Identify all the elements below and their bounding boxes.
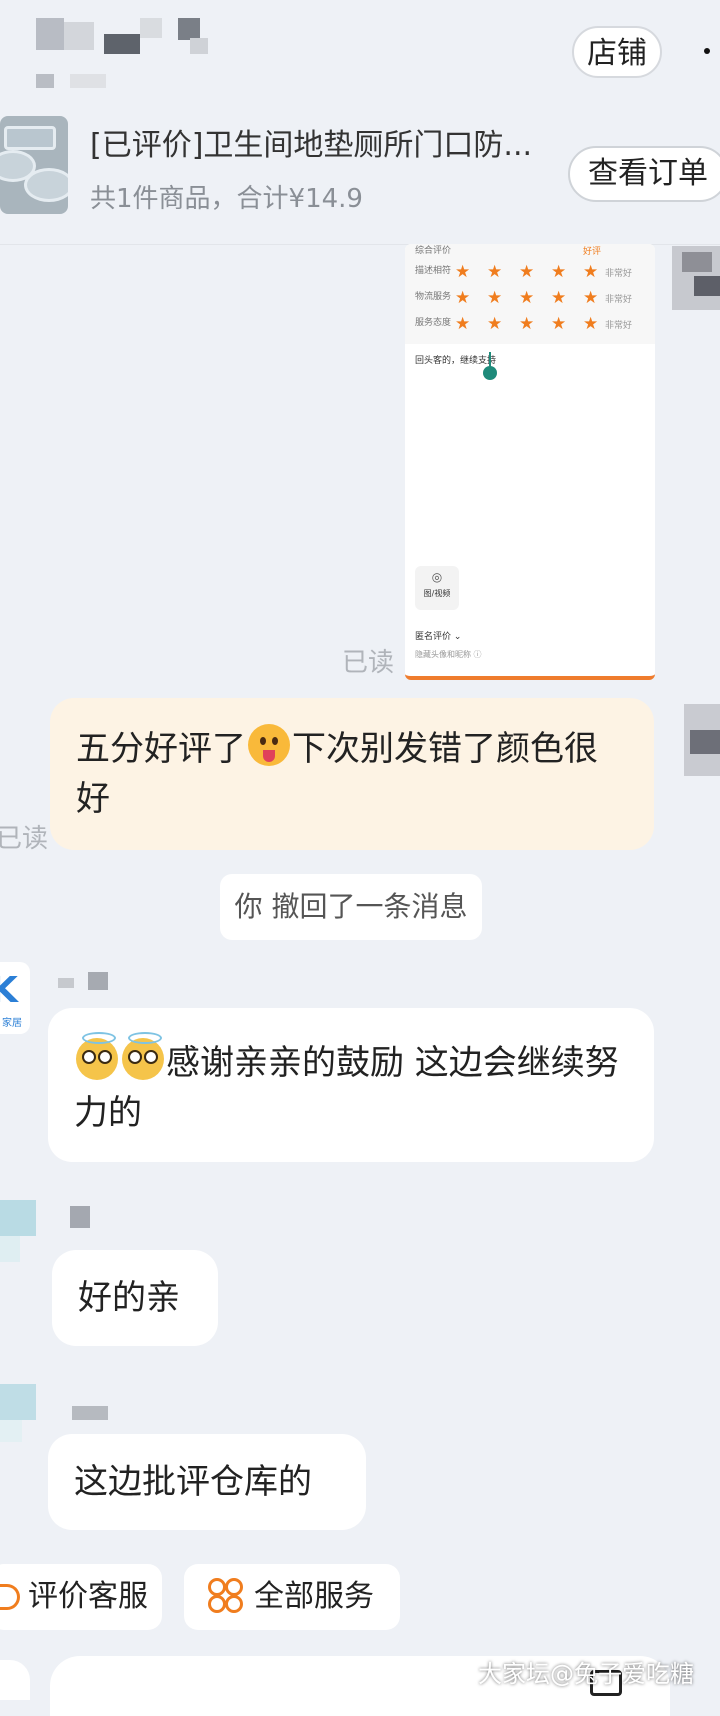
store-button[interactable]: 店铺 <box>572 26 662 78</box>
agent-message-bubble[interactable]: 这边批评仓库的 <box>48 1434 366 1530</box>
agent-avatar[interactable] <box>0 1384 36 1464</box>
shop-logo-text: K <box>0 970 18 1011</box>
more-icon[interactable] <box>704 48 710 54</box>
cursor-handle-icon <box>483 366 497 380</box>
agent-avatar[interactable] <box>0 1200 36 1280</box>
star-icon: ★ <box>519 262 535 282</box>
star-icon: ★ <box>583 288 599 308</box>
star-icon: ★ <box>487 314 503 334</box>
pleading-angel-emoji-icon <box>122 1032 164 1080</box>
rating-label: 物流服务 <box>415 292 452 302</box>
star-icon: ★ <box>583 262 599 282</box>
shop-logo-sub: 家居 <box>2 1018 22 1029</box>
star-icon: ★ <box>519 314 535 334</box>
shop-avatar[interactable]: K 家居 <box>0 962 30 1034</box>
star-icon: ★ <box>455 314 471 334</box>
order-title[interactable]: [已评价]卫生间地垫厕所门口防... <box>90 120 532 164</box>
rate-service-icon <box>0 1584 20 1610</box>
star-icon: ★ <box>551 262 567 282</box>
pleading-angel-emoji-icon <box>76 1032 118 1080</box>
review-screenshot-image[interactable]: 综合评价 好评 描述相符 ★ ★ ★ ★ ★ 非常好 物流服务 ★ ★ ★ ★ … <box>405 244 655 680</box>
rate-service-label: 评价客服 <box>28 1579 148 1614</box>
product-thumbnail[interactable] <box>0 116 68 214</box>
star-icon: ★ <box>551 288 567 308</box>
order-summary: 共1件商品，合计¥14.9 <box>90 184 363 214</box>
agent-message-bubble[interactable]: 好的亲 <box>52 1250 218 1346</box>
star-icon: ★ <box>455 288 471 308</box>
agent-message-bubble[interactable]: 感谢亲亲的鼓励 这边会继续努力的 <box>48 1008 654 1162</box>
rating-label: 服务态度 <box>415 318 452 328</box>
input-left-pill[interactable] <box>0 1660 30 1700</box>
message-text: 五分好评了 <box>76 729 246 769</box>
camera-icon: ◎ <box>431 570 443 584</box>
rating-tag: 非常好 <box>605 321 633 331</box>
star-icon: ★ <box>583 314 599 334</box>
view-order-button[interactable]: 查看订单 <box>568 146 720 202</box>
read-status: 已读 <box>342 648 395 678</box>
screenshot-top-label: 综合评价 <box>415 246 452 256</box>
anonymous-sub: 隐藏头像和昵称 ⓘ <box>415 650 482 659</box>
star-icon: ★ <box>487 288 503 308</box>
rating-tag: 非常好 <box>605 295 633 305</box>
star-icon: ★ <box>551 314 567 334</box>
star-icon: ★ <box>487 262 503 282</box>
message-text: 这边批评仓库的 <box>74 1462 312 1502</box>
rating-tag: 非常好 <box>605 269 633 279</box>
star-icon: ★ <box>519 288 535 308</box>
rating-label: 描述相符 <box>415 266 452 276</box>
self-avatar[interactable] <box>684 704 720 776</box>
read-status: 已读 <box>0 824 49 854</box>
anonymous-label: 匿名评价 ⌄ <box>415 632 462 642</box>
review-text: 回头客的，继续支持 <box>415 356 497 366</box>
media-upload-button: ◎ 图/视频 <box>415 566 459 610</box>
watermark: 大家坛@兔子爱吃糖 <box>478 1660 694 1688</box>
recall-notice: 你 撤回了一条消息 <box>220 874 482 940</box>
screenshot-top-tag: 好评 <box>583 247 602 257</box>
agent-name-blurred <box>72 1406 108 1420</box>
media-label: 图/视频 <box>423 589 451 598</box>
self-message-bubble[interactable]: 五分好评了 下次别发错了颜色很好 <box>50 698 654 850</box>
message-text: 好的亲 <box>78 1278 180 1318</box>
all-services-button[interactable]: 全部服务 <box>184 1564 400 1630</box>
all-services-label: 全部服务 <box>254 1579 374 1614</box>
tongue-emoji-icon <box>248 724 290 766</box>
rate-service-button[interactable]: 评价客服 <box>0 1564 162 1630</box>
agent-name-blurred <box>70 1206 90 1228</box>
grid-icon <box>208 1578 243 1613</box>
star-icon: ★ <box>455 262 471 282</box>
self-avatar[interactable] <box>672 246 720 310</box>
